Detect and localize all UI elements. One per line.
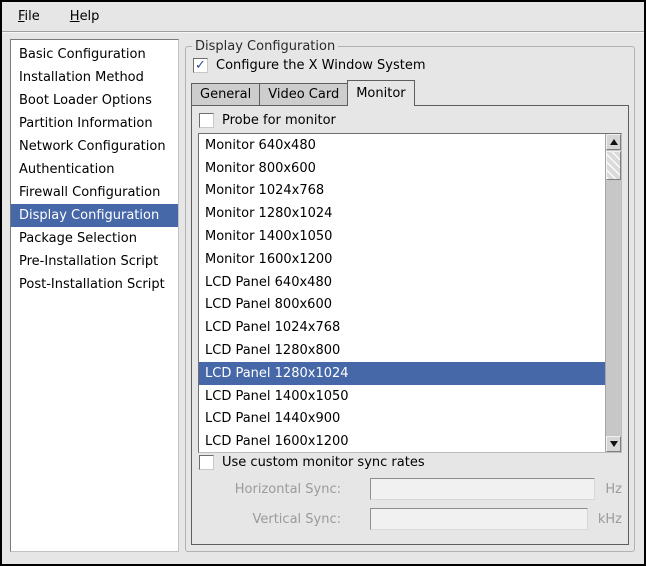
display-notebook: General Video Card Monitor Probe for mon… bbox=[191, 79, 629, 545]
monitor-list-item-monitor-800x600[interactable]: Monitor 800x600 bbox=[199, 157, 605, 180]
probe-monitor-label: Probe for monitor bbox=[222, 113, 336, 128]
sidebar-item-post-installation-script[interactable]: Post-Installation Script bbox=[11, 273, 178, 296]
sidebar-item-package-selection[interactable]: Package Selection bbox=[11, 227, 178, 250]
tab-monitor[interactable]: Monitor bbox=[347, 80, 414, 106]
monitor-list-item-lcd-panel-1280x1024[interactable]: LCD Panel 1280x1024 bbox=[199, 362, 605, 385]
menu-help[interactable]: Help bbox=[66, 7, 104, 26]
menu-bar: File Help bbox=[2, 2, 644, 32]
monitor-list: Monitor 640x480Monitor 800x600Monitor 10… bbox=[199, 134, 605, 452]
configure-x-checkbox-row[interactable]: ✓ Configure the X Window System bbox=[193, 58, 629, 73]
monitor-list-item-lcd-panel-640x480[interactable]: LCD Panel 640x480 bbox=[199, 271, 605, 294]
monitor-list-item-lcd-panel-1024x768[interactable]: LCD Panel 1024x768 bbox=[199, 316, 605, 339]
sidebar-item-network-configuration[interactable]: Network Configuration bbox=[11, 135, 178, 158]
configure-x-label: Configure the X Window System bbox=[216, 58, 426, 73]
up-arrow-icon bbox=[610, 139, 618, 145]
sidebar-item-basic-configuration[interactable]: Basic Configuration bbox=[11, 43, 178, 66]
monitor-list-item-lcd-panel-1600x1200[interactable]: LCD Panel 1600x1200 bbox=[199, 430, 605, 452]
monitor-list-item-lcd-panel-1280x800[interactable]: LCD Panel 1280x800 bbox=[199, 339, 605, 362]
tab-strip: General Video Card Monitor bbox=[191, 79, 629, 105]
sidebar-item-pre-installation-script[interactable]: Pre-Installation Script bbox=[11, 250, 178, 273]
down-arrow-icon bbox=[610, 441, 618, 447]
monitor-tab-page: Probe for monitor Monitor 640x480Monitor… bbox=[191, 105, 629, 545]
sidebar-category-list: Basic ConfigurationInstallation MethodBo… bbox=[10, 39, 179, 552]
tab-general[interactable]: General bbox=[191, 83, 260, 105]
scrollbar-thumb[interactable] bbox=[606, 151, 621, 180]
kickstart-configurator-window: File Help Basic ConfigurationInstallatio… bbox=[0, 0, 646, 566]
horizontal-sync-label: Horizontal Sync: bbox=[198, 482, 341, 497]
frame-title: Display Configuration bbox=[192, 39, 338, 54]
monitor-list-item-monitor-1600x1200[interactable]: Monitor 1600x1200 bbox=[199, 248, 605, 271]
horizontal-sync-input[interactable] bbox=[370, 478, 595, 500]
scrollbar-track[interactable] bbox=[606, 150, 621, 436]
display-configuration-frame: Display Configuration ✓ Configure the X … bbox=[185, 39, 635, 552]
horizontal-sync-row: Horizontal Sync: Hz bbox=[198, 478, 622, 500]
monitor-list-item-lcd-panel-800x600[interactable]: LCD Panel 800x600 bbox=[199, 294, 605, 317]
monitor-list-item-lcd-panel-1440x900[interactable]: LCD Panel 1440x900 bbox=[199, 408, 605, 431]
monitor-list-item-monitor-1280x1024[interactable]: Monitor 1280x1024 bbox=[199, 202, 605, 225]
main-area: Basic ConfigurationInstallation MethodBo… bbox=[2, 32, 644, 564]
vertical-sync-unit: kHz bbox=[598, 512, 622, 527]
menu-file[interactable]: File bbox=[14, 7, 44, 26]
sidebar-item-partition-information[interactable]: Partition Information bbox=[11, 112, 178, 135]
monitor-list-item-lcd-panel-1400x1050[interactable]: LCD Panel 1400x1050 bbox=[199, 385, 605, 408]
probe-monitor-checkbox[interactable] bbox=[199, 113, 214, 128]
scroll-down-button[interactable] bbox=[606, 436, 621, 452]
vertical-sync-label: Vertical Sync: bbox=[198, 512, 341, 527]
scroll-up-button[interactable] bbox=[606, 134, 621, 150]
horizontal-sync-unit: Hz bbox=[605, 482, 622, 497]
monitor-list-item-monitor-640x480[interactable]: Monitor 640x480 bbox=[199, 134, 605, 157]
monitor-listbox: Monitor 640x480Monitor 800x600Monitor 10… bbox=[198, 133, 622, 453]
custom-sync-checkbox[interactable] bbox=[199, 455, 214, 470]
vertical-scrollbar[interactable] bbox=[605, 134, 621, 452]
monitor-list-item-monitor-1024x768[interactable]: Monitor 1024x768 bbox=[199, 180, 605, 203]
sidebar-item-installation-method[interactable]: Installation Method bbox=[11, 66, 178, 89]
configure-x-checkbox[interactable]: ✓ bbox=[193, 58, 208, 73]
vertical-sync-input[interactable] bbox=[370, 508, 588, 530]
monitor-list-item-monitor-1400x1050[interactable]: Monitor 1400x1050 bbox=[199, 225, 605, 248]
tab-video-card[interactable]: Video Card bbox=[259, 83, 348, 105]
custom-sync-checkbox-row[interactable]: Use custom monitor sync rates bbox=[199, 455, 622, 470]
sidebar-item-firewall-configuration[interactable]: Firewall Configuration bbox=[11, 181, 178, 204]
probe-monitor-checkbox-row[interactable]: Probe for monitor bbox=[199, 113, 622, 128]
custom-sync-label: Use custom monitor sync rates bbox=[222, 455, 425, 470]
sidebar-item-boot-loader-options[interactable]: Boot Loader Options bbox=[11, 89, 178, 112]
sidebar-item-display-configuration[interactable]: Display Configuration bbox=[11, 204, 178, 227]
sidebar-item-authentication[interactable]: Authentication bbox=[11, 158, 178, 181]
vertical-sync-row: Vertical Sync: kHz bbox=[198, 508, 622, 530]
